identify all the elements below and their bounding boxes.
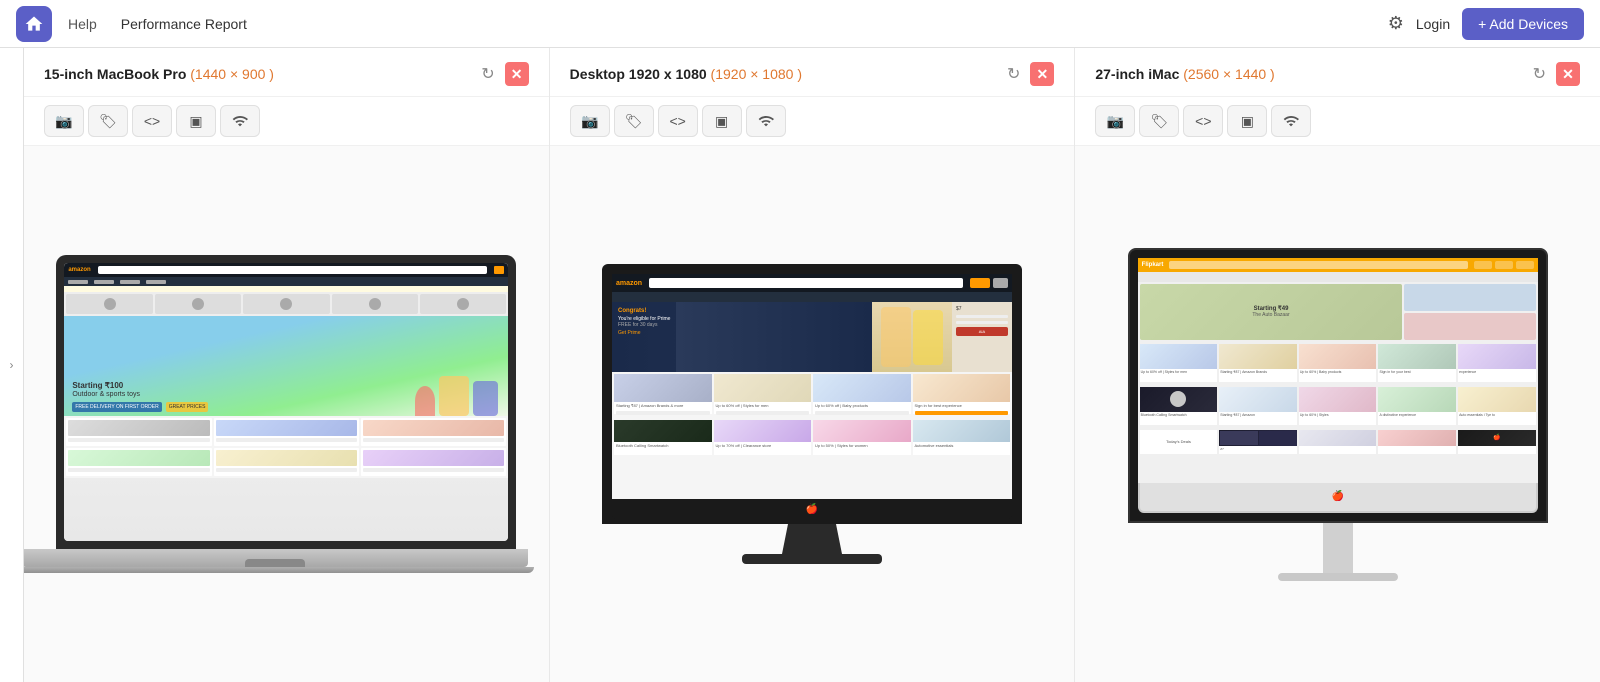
- device-resolution-desktop: (1920 × 1080 ): [711, 66, 802, 82]
- reload-button-imac[interactable]: ↻: [1531, 62, 1548, 86]
- preview-macbook: amazon: [24, 146, 549, 682]
- screenshot-button-desktop[interactable]: 📷: [570, 105, 610, 137]
- preview-imac: Flipkart: [1075, 146, 1600, 682]
- panel-title-desktop: Desktop 1920 x 1080 (1920 × 1080 ): [570, 66, 802, 82]
- wifi-button-imac[interactable]: [1271, 105, 1311, 137]
- sidebar-toggle[interactable]: ›: [0, 48, 24, 682]
- imac-mockup: Flipkart: [1128, 248, 1548, 581]
- reload-button-macbook[interactable]: ↻: [479, 62, 496, 86]
- wifi-button-macbook[interactable]: [220, 105, 260, 137]
- panel-header-desktop: Desktop 1920 x 1080 (1920 × 1080 ) ↻ ✕: [550, 48, 1075, 97]
- monitor-screen: amazon Congrats! You're eligible: [612, 274, 1012, 499]
- imac-screen: Flipkart: [1138, 258, 1538, 483]
- add-devices-button[interactable]: + Add Devices: [1462, 8, 1584, 40]
- amazon-screenshot-laptop: amazon: [64, 263, 508, 541]
- imac-stand-neck: [1323, 523, 1353, 573]
- device-name-macbook: 15-inch MacBook Pro: [44, 66, 186, 82]
- header-actions: ⚙ Login + Add Devices: [1388, 8, 1584, 40]
- nav-performance-report[interactable]: Performance Report: [121, 16, 247, 32]
- close-button-desktop[interactable]: ✕: [1030, 62, 1054, 86]
- device-name-desktop: Desktop 1920 x 1080: [570, 66, 707, 82]
- chevron-left-icon: ›: [10, 358, 14, 372]
- device-panel-imac: 27-inch iMac (2560 × 1440 ) ↻ ✕ 📷 🏷 <> ▣: [1075, 48, 1600, 682]
- device-panel-desktop: Desktop 1920 x 1080 (1920 × 1080 ) ↻ ✕ 📷…: [550, 48, 1076, 682]
- laptop-base: [24, 549, 528, 567]
- toolbar-imac: 📷 🏷 <> ▣: [1075, 97, 1600, 146]
- code-button-desktop[interactable]: <>: [658, 105, 698, 137]
- tag-button-imac[interactable]: 🏷: [1139, 105, 1179, 137]
- preview-desktop: amazon Congrats! You're eligible: [550, 146, 1075, 682]
- device-resolution-imac: (2560 × 1440 ): [1183, 66, 1274, 82]
- laptop-foot: [24, 567, 534, 573]
- tag-button-macbook[interactable]: 🏷: [88, 105, 128, 137]
- laptop-mockup: amazon: [56, 255, 516, 573]
- imac-chin: 🍎: [1138, 483, 1538, 513]
- logo[interactable]: [16, 6, 52, 42]
- nav-help[interactable]: Help: [68, 16, 97, 32]
- monitor-base: [742, 554, 882, 564]
- device-panels: 15-inch MacBook Pro (1440 × 900 ) ↻ ✕ 📷 …: [24, 48, 1600, 682]
- close-button-macbook[interactable]: ✕: [505, 62, 529, 86]
- screenshot-button-imac[interactable]: 📷: [1095, 105, 1135, 137]
- laptop-screen: amazon: [64, 263, 508, 541]
- wifi-button-desktop[interactable]: [746, 105, 786, 137]
- reload-button-desktop[interactable]: ↻: [1005, 62, 1022, 86]
- code-button-imac[interactable]: <>: [1183, 105, 1223, 137]
- close-button-imac[interactable]: ✕: [1556, 62, 1580, 86]
- header: Help Performance Report ⚙ Login + Add De…: [0, 0, 1600, 48]
- record-button-imac[interactable]: ▣: [1227, 105, 1267, 137]
- panel-header-imac: 27-inch iMac (2560 × 1440 ) ↻ ✕: [1075, 48, 1600, 97]
- panel-header-macbook: 15-inch MacBook Pro (1440 × 900 ) ↻ ✕: [24, 48, 549, 97]
- laptop-screen-container: amazon: [56, 255, 516, 549]
- settings-icon[interactable]: ⚙: [1388, 13, 1404, 34]
- toolbar-macbook: 📷 🏷 <> ▣: [24, 97, 549, 146]
- panel-actions-macbook: ↻ ✕: [479, 62, 528, 86]
- imac-stand-base: [1278, 573, 1398, 581]
- monitor-screen-container: amazon Congrats! You're eligible: [602, 264, 1022, 524]
- amazon-nav-bar: amazon: [64, 263, 508, 277]
- record-button-macbook[interactable]: ▣: [176, 105, 216, 137]
- record-button-desktop[interactable]: ▣: [702, 105, 742, 137]
- panel-title-macbook: 15-inch MacBook Pro (1440 × 900 ): [44, 66, 274, 82]
- monitor-chin: 🍎: [612, 499, 1012, 519]
- panel-title-imac: 27-inch iMac (2560 × 1440 ): [1095, 66, 1274, 82]
- panel-actions-desktop: ↻ ✕: [1005, 62, 1054, 86]
- screenshot-button-macbook[interactable]: 📷: [44, 105, 84, 137]
- main-area: › 15-inch MacBook Pro (1440 × 900 ) ↻ ✕ …: [0, 48, 1600, 682]
- monitor-mockup: amazon Congrats! You're eligible: [602, 264, 1022, 564]
- monitor-stand: [782, 524, 842, 554]
- device-resolution-macbook: (1440 × 900 ): [190, 66, 274, 82]
- tag-button-desktop[interactable]: 🏷: [614, 105, 654, 137]
- imac-screen-container: Flipkart: [1128, 248, 1548, 523]
- login-button[interactable]: Login: [1416, 16, 1450, 32]
- code-button-macbook[interactable]: <>: [132, 105, 172, 137]
- toolbar-desktop: 📷 🏷 <> ▣: [550, 97, 1075, 146]
- panel-actions-imac: ↻ ✕: [1531, 62, 1580, 86]
- device-panel-macbook: 15-inch MacBook Pro (1440 × 900 ) ↻ ✕ 📷 …: [24, 48, 550, 682]
- device-name-imac: 27-inch iMac: [1095, 66, 1179, 82]
- header-nav: Help Performance Report: [68, 16, 1388, 32]
- flipkart-screenshot-imac: Flipkart: [1138, 258, 1538, 483]
- amazon-screenshot-desktop: amazon Congrats! You're eligible: [612, 274, 1012, 499]
